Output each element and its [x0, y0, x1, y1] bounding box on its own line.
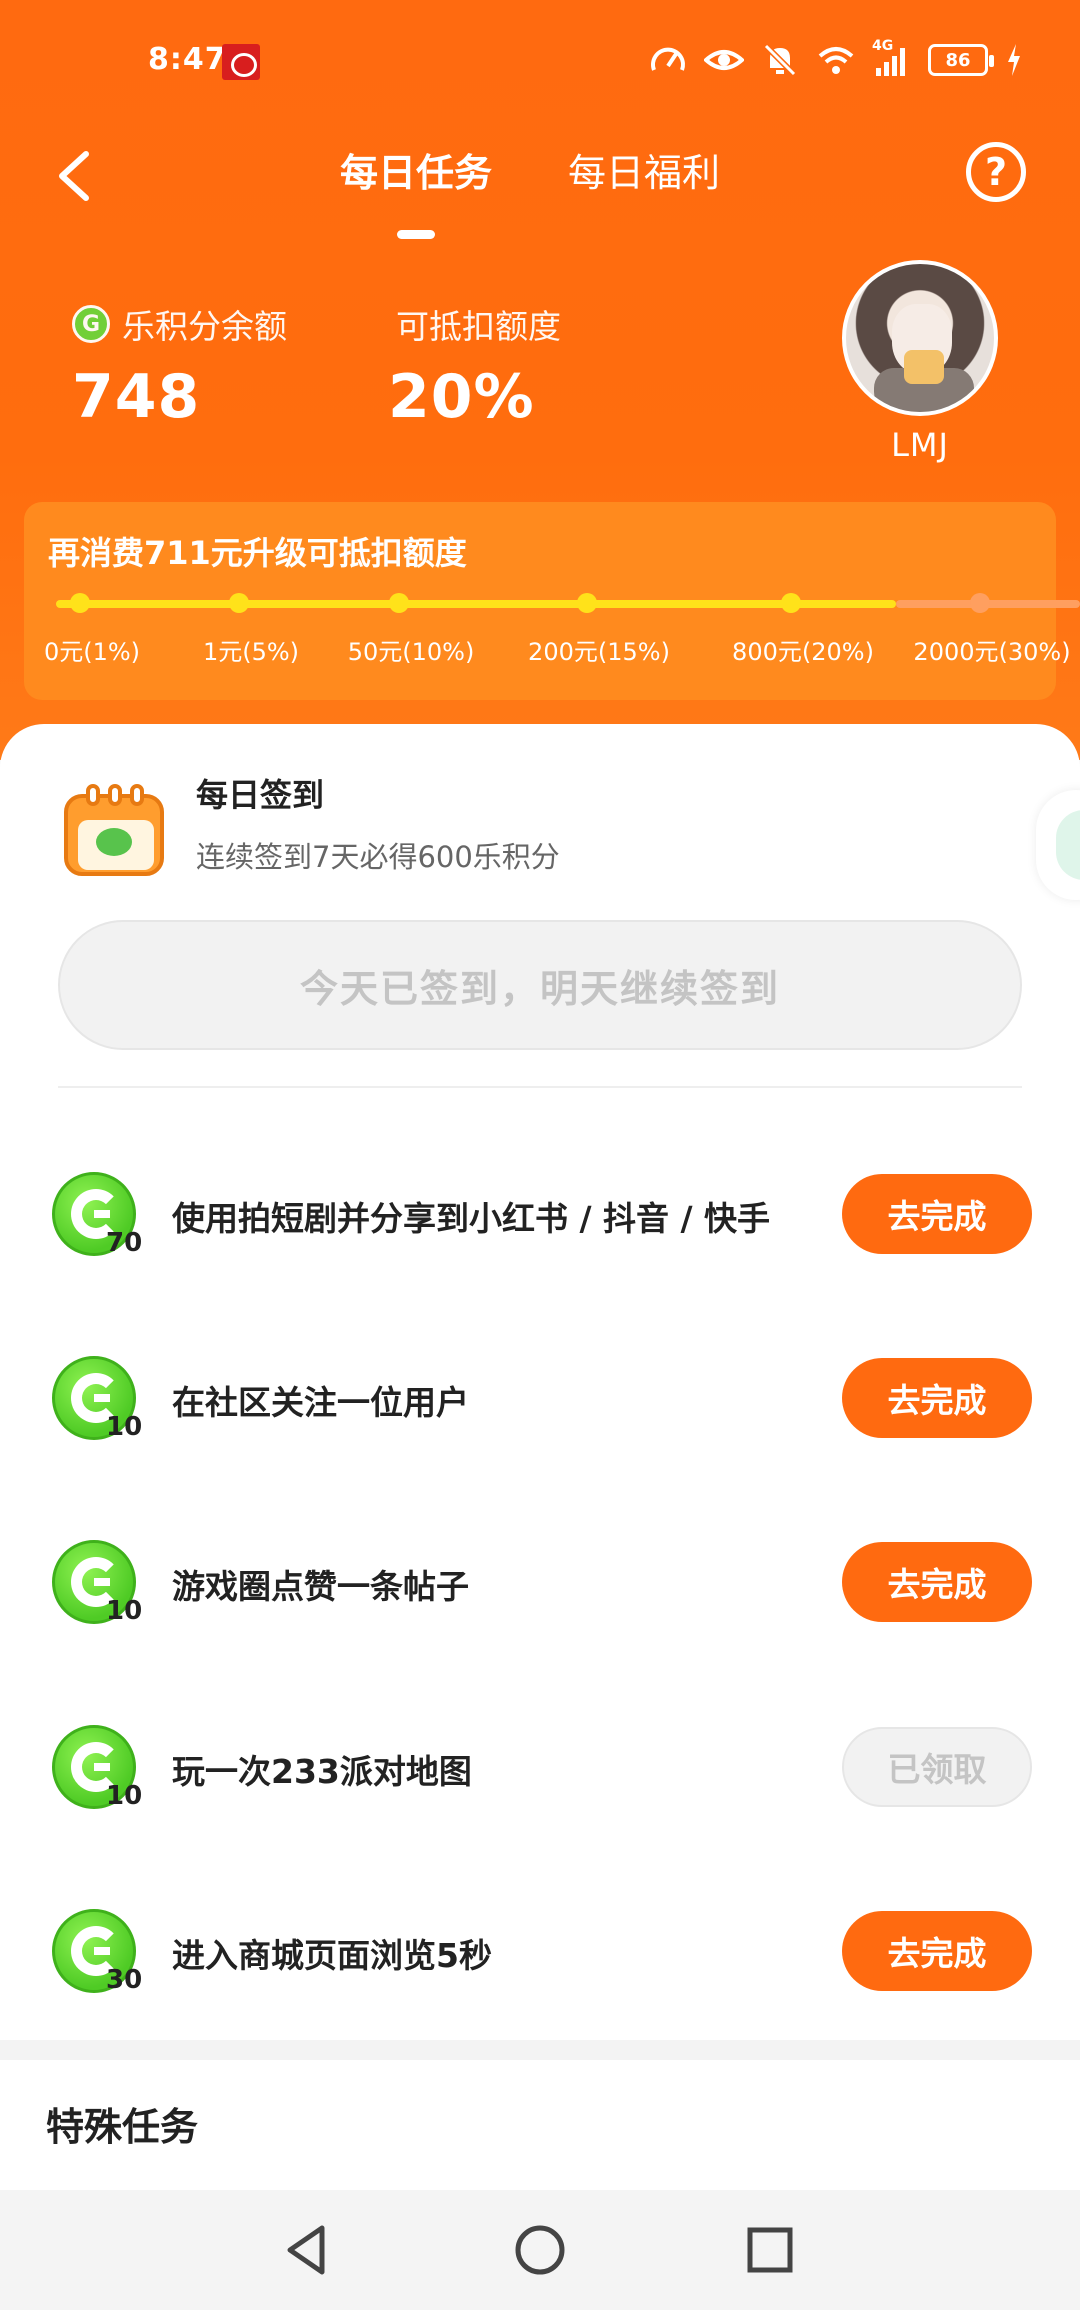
progress-dot: [70, 593, 90, 613]
checkin-subtitle: 连续签到7天必得600乐积分: [196, 840, 560, 874]
section-separator: [0, 2040, 1080, 2060]
task-row: 10 玩一次233派对地图 已领取: [0, 1725, 1080, 1815]
task-row: 70 使用拍短剧并分享到小红书 / 抖音 / 快手 去完成: [0, 1172, 1080, 1262]
progress-dot: [229, 593, 249, 613]
nav-back-button[interactable]: [278, 2220, 338, 2280]
progress-tick-label: 1元(5%): [202, 638, 300, 666]
top-nav: 每日任务 每日福利 ?: [0, 130, 1080, 230]
special-tasks-section: 特殊任务: [0, 2060, 1080, 2190]
battery-icon: 86: [928, 44, 994, 76]
progress-dot: [577, 593, 597, 613]
task-points: 70: [106, 1228, 143, 1258]
progress-tick-label: 50元(10%): [347, 638, 475, 666]
upgrade-card: 再消费711元升级可抵扣额度 0元(1%) 1元(5%) 50元(10%) 200元(…: [24, 502, 1080, 700]
avatar[interactable]: [842, 260, 998, 416]
checkin-title: 每日签到: [196, 776, 325, 814]
checkin-button[interactable]: 今天已签到，明天继续签到: [58, 920, 1022, 1050]
task-row: 30 进入商城页面浏览5秒 去完成: [0, 1909, 1080, 1999]
system-nav-bar: [0, 2190, 1080, 2310]
charging-icon: [1004, 40, 1024, 80]
task-label: 进入商城页面浏览5秒: [172, 1936, 492, 1975]
nav-recents-button[interactable]: [740, 2220, 800, 2280]
status-time: 8:47: [148, 42, 227, 77]
status-icons: 4G 86: [648, 38, 1024, 80]
special-tasks-title: 特殊任务: [46, 2105, 199, 2149]
progress-tick-label: 2000元(30%): [913, 638, 1071, 666]
coin-icon: [72, 305, 110, 343]
tab-daily-tasks[interactable]: 每日任务: [292, 142, 540, 197]
username: LMJ: [891, 426, 949, 464]
tab-bar: 每日任务 每日福利: [0, 142, 1080, 197]
balance-label: 乐积分余额: [122, 307, 287, 346]
status-bar: 8:47 4G 86: [0, 36, 1080, 92]
task-points: 10: [106, 1781, 143, 1811]
network-type: 4G: [872, 38, 894, 54]
task-label: 玩一次233派对地图: [172, 1752, 472, 1791]
deduct-label: 可抵扣额度: [396, 307, 561, 346]
complete-task-button[interactable]: 去完成: [842, 1911, 1032, 1991]
task-label: 游戏圈点赞一条帖子: [172, 1567, 469, 1606]
task-row: 10 在社区关注一位用户 去完成: [0, 1356, 1080, 1446]
question-icon: ?: [984, 150, 1008, 194]
circle-home-icon: [515, 2225, 565, 2275]
progress-dot: [389, 593, 409, 613]
mute-bell-icon: [760, 40, 800, 80]
wifi-icon: [816, 40, 856, 80]
upgrade-title: 再消费711元升级可抵扣额度: [48, 534, 467, 572]
complete-task-button[interactable]: 去完成: [842, 1542, 1032, 1622]
balance-value: 748: [72, 362, 201, 432]
complete-task-button[interactable]: 去完成: [842, 1174, 1032, 1254]
user-profile[interactable]: LMJ: [842, 260, 998, 464]
progress-tick-label: 200元(15%): [528, 638, 670, 666]
speed-meter-icon: [648, 40, 688, 80]
square-recents-icon: [747, 2227, 793, 2273]
points-summary: 乐积分余额 748 可抵扣额度 20% LMJ: [0, 260, 1080, 470]
progress-dot: [781, 593, 801, 613]
task-points: 10: [106, 1596, 143, 1626]
nav-home-button[interactable]: [510, 2220, 570, 2280]
eye-icon: [702, 40, 746, 80]
progress-tick-label: 800元(20%): [732, 638, 874, 666]
cellular-signal-icon: 4G: [872, 38, 912, 80]
task-points: 30: [106, 1965, 143, 1995]
calendar-check-icon: [64, 780, 168, 876]
task-row: 10 游戏圈点赞一条帖子 去完成: [0, 1540, 1080, 1630]
claimed-button[interactable]: 已领取: [842, 1727, 1032, 1807]
app-notification-icon: [222, 44, 260, 80]
deduct-value: 20%: [388, 362, 535, 432]
help-button[interactable]: ?: [966, 142, 1026, 202]
progress-dot: [970, 593, 990, 613]
progress-fill: [56, 600, 896, 608]
deduct-block: 可抵扣额度 20%: [388, 300, 561, 432]
progress-tick-label: 0元(1%): [43, 638, 141, 666]
balance-block: 乐积分余额 748: [72, 300, 287, 432]
task-label: 在社区关注一位用户: [172, 1383, 469, 1422]
tab-daily-benefits[interactable]: 每日福利: [520, 142, 768, 197]
task-points: 10: [106, 1412, 143, 1442]
complete-task-button[interactable]: 去完成: [842, 1358, 1032, 1438]
task-label: 使用拍短剧并分享到小红书 / 抖音 / 快手: [172, 1199, 771, 1238]
upgrade-progress-bar: [56, 593, 1080, 613]
triangle-back-icon: [287, 2225, 325, 2275]
divider: [58, 1086, 1022, 1088]
